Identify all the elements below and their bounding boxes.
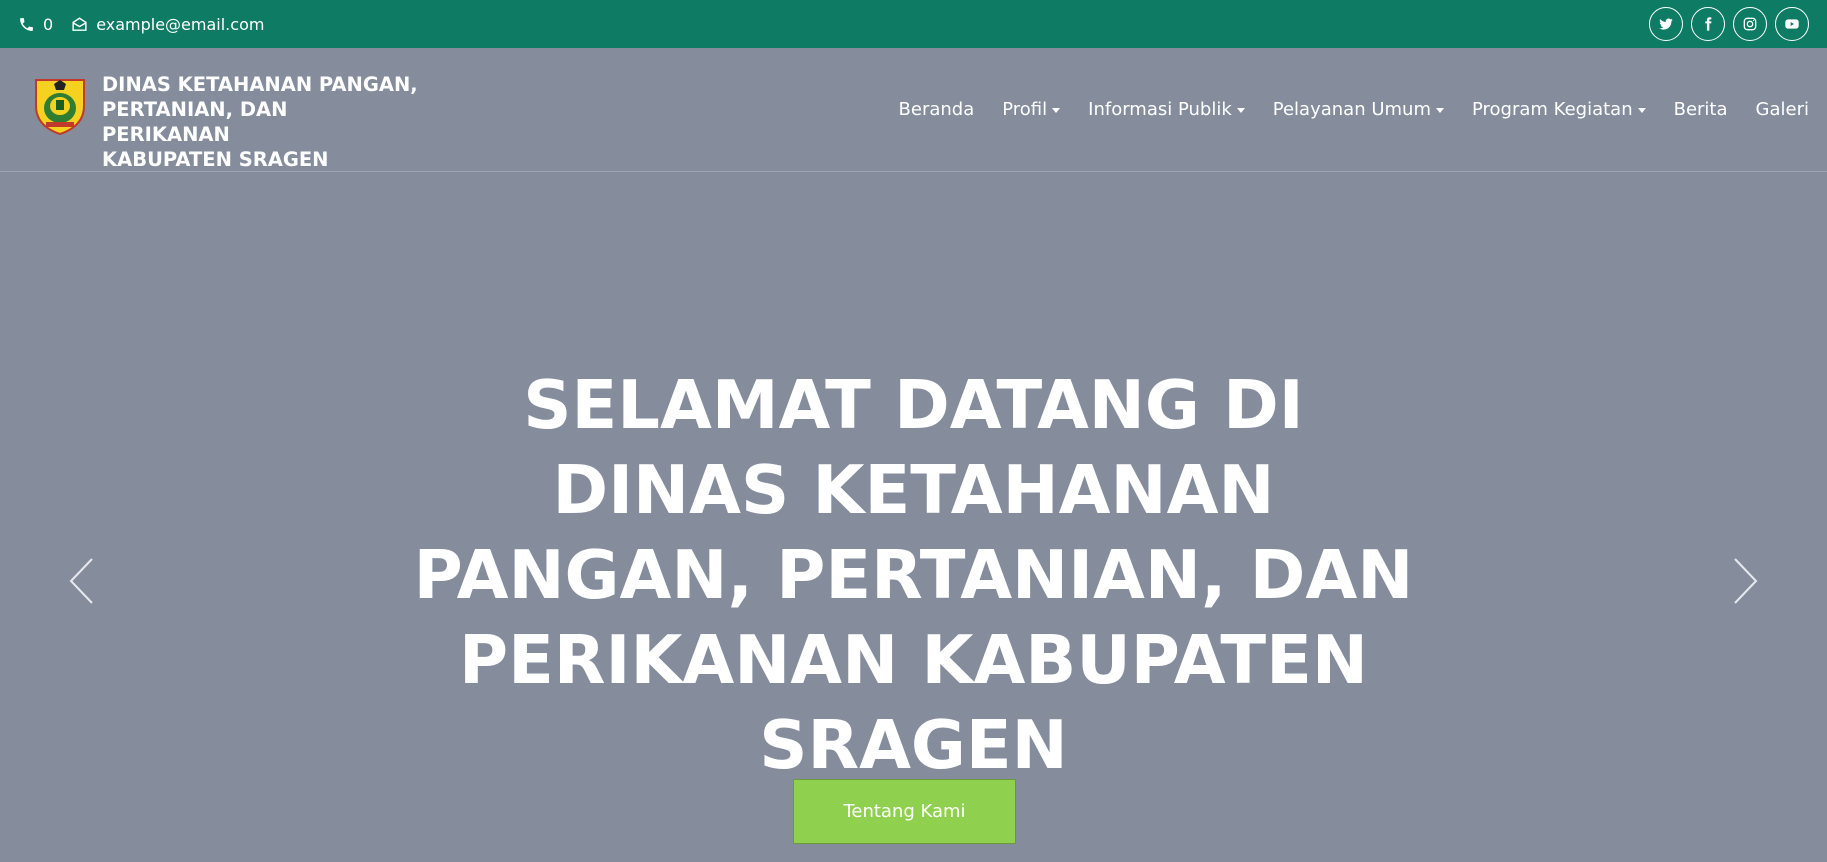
brand-name-line: KABUPATEN SRAGEN (102, 148, 329, 171)
chevron-left-icon (69, 558, 93, 604)
instagram-icon (1743, 17, 1757, 31)
nav-item-label: Berita (1673, 99, 1728, 120)
twitter-icon (1659, 18, 1673, 30)
hero-title: SELAMAT DATANG DI DINAS KETAHANAN PANGAN… (0, 363, 1827, 788)
nav-item-label: Beranda (898, 99, 975, 120)
nav-item-informasi-publik[interactable]: Informasi Publik (1088, 99, 1245, 120)
envelope-open-icon (72, 16, 87, 31)
nav-item-label: Pelayanan Umum (1272, 99, 1431, 120)
caret-down-icon (1052, 107, 1061, 113)
sragen-coat-of-arms-logo (35, 79, 85, 136)
email-contact[interactable]: example@email.com (71, 15, 264, 34)
nav-item-label: Program Kegiatan (1472, 99, 1633, 120)
youtube-icon (1785, 19, 1799, 29)
social-links (1649, 7, 1809, 41)
facebook-icon (1705, 17, 1712, 31)
top-bar: 0 example@email.com (0, 0, 1827, 48)
brand-link[interactable]: DINAS KETAHANAN PANGAN, PERTANIAN, DAN P… (34, 72, 422, 172)
brand-name: DINAS KETAHANAN PANGAN, PERTANIAN, DAN P… (102, 72, 422, 172)
caret-down-icon (1637, 107, 1646, 113)
nav-item-profil[interactable]: Profil (1002, 99, 1061, 120)
chevron-right-icon (1734, 558, 1758, 604)
nav-item-beranda[interactable]: Beranda (899, 99, 975, 120)
brand-name-line: DINAS KETAHANAN PANGAN, (102, 73, 418, 96)
phone-contact[interactable]: 0 (18, 15, 53, 34)
phone-icon (20, 17, 33, 31)
nav-item-program-kegiatan[interactable]: Program Kegiatan (1472, 99, 1646, 120)
phone-number: 0 (43, 14, 54, 34)
caret-down-icon (1236, 107, 1245, 113)
email-address: example@email.com (96, 14, 265, 34)
nav-item-berita[interactable]: Berita (1674, 99, 1728, 120)
hero-title-line: DINAS KETAHANAN (552, 450, 1275, 529)
nav-item-label: Informasi Publik (1088, 99, 1232, 120)
youtube-link[interactable] (1775, 7, 1809, 41)
caret-down-icon (1436, 107, 1444, 113)
nav-item-label: Profil (1002, 99, 1048, 120)
hero-title-line: SELAMAT DATANG DI (523, 365, 1304, 444)
carousel-next-button[interactable] (1731, 556, 1761, 606)
nav-item-label: Galeri (1755, 99, 1809, 120)
site-header: DINAS KETAHANAN PANGAN, PERTANIAN, DAN P… (0, 48, 1827, 172)
nav-item-pelayanan-umum[interactable]: Pelayanan Umum (1273, 99, 1444, 120)
main-nav: Beranda Profil Informasi Publik Pelayana… (899, 99, 1809, 120)
instagram-link[interactable] (1733, 7, 1767, 41)
contact-info: 0 example@email.com (18, 15, 264, 34)
hero-title-line: SRAGEN (759, 705, 1068, 784)
hero-title-line: PERIKANAN KABUPATEN (459, 620, 1368, 699)
nav-item-galeri[interactable]: Galeri (1756, 99, 1809, 120)
carousel-prev-button[interactable] (66, 556, 96, 606)
hero-title-line: PANGAN, PERTANIAN, DAN (413, 535, 1414, 614)
brand-name-line: PERTANIAN, DAN PERIKANAN (102, 98, 288, 146)
facebook-link[interactable] (1691, 7, 1725, 41)
twitter-link[interactable] (1649, 7, 1683, 41)
tentang-kami-button[interactable]: Tentang Kami (793, 779, 1016, 844)
